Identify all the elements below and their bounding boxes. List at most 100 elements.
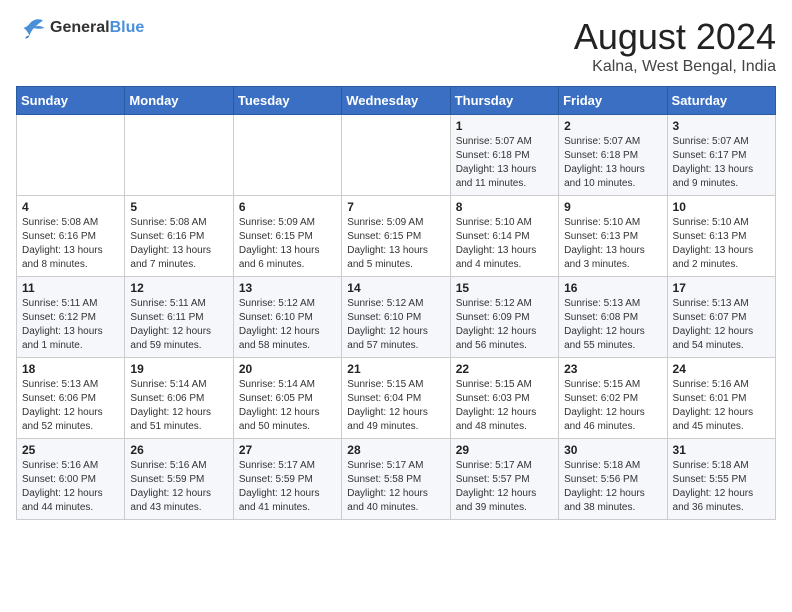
calendar-cell: 27 Sunrise: 5:17 AM Sunset: 5:59 PM Dayli… xyxy=(233,439,341,520)
day-number: 19 xyxy=(130,362,227,376)
calendar-cell: 28 Sunrise: 5:17 AM Sunset: 5:58 PM Dayli… xyxy=(342,439,450,520)
day-info: Sunrise: 5:17 AM Sunset: 5:58 PM Dayligh… xyxy=(347,459,444,515)
day-info: Sunrise: 5:09 AM Sunset: 6:15 PM Dayligh… xyxy=(347,216,444,272)
day-info: Sunrise: 5:08 AM Sunset: 6:16 PM Dayligh… xyxy=(22,216,119,272)
day-info: Sunrise: 5:15 AM Sunset: 6:02 PM Dayligh… xyxy=(564,378,661,434)
calendar-cell: 17Sunrise: 5:13 AM Sunset: 6:07 PM Dayli… xyxy=(667,277,775,358)
calendar-cell: 15 Sunrise: 5:12 AM Sunset: 6:09 PM Dayli… xyxy=(450,277,558,358)
day-number: 6 xyxy=(239,200,336,214)
day-info: Sunrise: 5:14 AM Sunset: 6:05 PM Dayligh… xyxy=(239,378,336,434)
day-info: Sunrise: 5:16 AM Sunset: 6:01 PM Dayligh… xyxy=(673,378,770,434)
weekday-header-row: SundayMondayTuesdayWednesdayThursdayFrid… xyxy=(17,87,776,115)
calendar-cell: 20 Sunrise: 5:14 AM Sunset: 6:05 PM Dayli… xyxy=(233,358,341,439)
calendar-week-3: 11 Sunrise: 5:11 AM Sunset: 6:12 PM Dayli… xyxy=(17,277,776,358)
day-info: Sunrise: 5:15 AM Sunset: 6:03 PM Dayligh… xyxy=(456,378,553,434)
calendar-cell: 29 Sunrise: 5:17 AM Sunset: 5:57 PM Dayli… xyxy=(450,439,558,520)
day-number: 8 xyxy=(456,200,553,214)
calendar-cell: 30Sunrise: 5:18 AM Sunset: 5:56 PM Dayli… xyxy=(559,439,667,520)
header: GeneralBlue August 2024 Kalna, West Beng… xyxy=(16,16,776,76)
weekday-header-wednesday: Wednesday xyxy=(342,87,450,115)
logo-icon xyxy=(16,16,46,40)
day-info: Sunrise: 5:09 AM Sunset: 6:15 PM Dayligh… xyxy=(239,216,336,272)
calendar-cell: 6 Sunrise: 5:09 AM Sunset: 6:15 PM Daylig… xyxy=(233,196,341,277)
calendar-week-5: 25 Sunrise: 5:16 AM Sunset: 6:00 PM Dayli… xyxy=(17,439,776,520)
day-info: Sunrise: 5:14 AM Sunset: 6:06 PM Dayligh… xyxy=(130,378,227,434)
day-info: Sunrise: 5:13 AM Sunset: 6:07 PM Dayligh… xyxy=(673,297,770,353)
day-info: Sunrise: 5:12 AM Sunset: 6:09 PM Dayligh… xyxy=(456,297,553,353)
calendar-cell xyxy=(17,115,125,196)
calendar-cell: 14Sunrise: 5:12 AM Sunset: 6:10 PM Dayli… xyxy=(342,277,450,358)
day-info: Sunrise: 5:18 AM Sunset: 5:55 PM Dayligh… xyxy=(673,459,770,515)
day-number: 11 xyxy=(22,281,119,295)
day-info: Sunrise: 5:10 AM Sunset: 6:13 PM Dayligh… xyxy=(673,216,770,272)
calendar-cell: 31 Sunrise: 5:18 AM Sunset: 5:55 PM Dayli… xyxy=(667,439,775,520)
day-number: 18 xyxy=(22,362,119,376)
calendar-cell: 23 Sunrise: 5:15 AM Sunset: 6:02 PM Dayli… xyxy=(559,358,667,439)
weekday-header-friday: Friday xyxy=(559,87,667,115)
day-number: 25 xyxy=(22,443,119,457)
day-info: Sunrise: 5:07 AM Sunset: 6:17 PM Dayligh… xyxy=(673,135,770,191)
calendar-cell: 9 Sunrise: 5:10 AM Sunset: 6:13 PM Daylig… xyxy=(559,196,667,277)
day-info: Sunrise: 5:11 AM Sunset: 6:12 PM Dayligh… xyxy=(22,297,119,353)
day-info: Sunrise: 5:13 AM Sunset: 6:06 PM Dayligh… xyxy=(22,378,119,434)
calendar-week-1: 1Sunrise: 5:07 AM Sunset: 6:18 PM Daylig… xyxy=(17,115,776,196)
day-number: 4 xyxy=(22,200,119,214)
day-info: Sunrise: 5:11 AM Sunset: 6:11 PM Dayligh… xyxy=(130,297,227,353)
day-number: 3 xyxy=(673,119,770,133)
day-number: 7 xyxy=(347,200,444,214)
day-number: 27 xyxy=(239,443,336,457)
day-number: 22 xyxy=(456,362,553,376)
calendar-cell: 13Sunrise: 5:12 AM Sunset: 6:10 PM Dayli… xyxy=(233,277,341,358)
calendar-cell: 22 Sunrise: 5:15 AM Sunset: 6:03 PM Dayli… xyxy=(450,358,558,439)
page-subtitle: Kalna, West Bengal, India xyxy=(574,58,776,76)
calendar-body: 1Sunrise: 5:07 AM Sunset: 6:18 PM Daylig… xyxy=(17,115,776,520)
calendar-cell: 1Sunrise: 5:07 AM Sunset: 6:18 PM Daylig… xyxy=(450,115,558,196)
calendar-cell: 26 Sunrise: 5:16 AM Sunset: 5:59 PM Dayli… xyxy=(125,439,233,520)
calendar-cell xyxy=(125,115,233,196)
day-info: Sunrise: 5:13 AM Sunset: 6:08 PM Dayligh… xyxy=(564,297,661,353)
day-info: Sunrise: 5:16 AM Sunset: 5:59 PM Dayligh… xyxy=(130,459,227,515)
calendar-week-4: 18 Sunrise: 5:13 AM Sunset: 6:06 PM Dayli… xyxy=(17,358,776,439)
day-number: 23 xyxy=(564,362,661,376)
day-number: 20 xyxy=(239,362,336,376)
weekday-header-tuesday: Tuesday xyxy=(233,87,341,115)
logo: GeneralBlue xyxy=(16,16,144,40)
calendar-cell: 12Sunrise: 5:11 AM Sunset: 6:11 PM Dayli… xyxy=(125,277,233,358)
calendar-cell: 2 Sunrise: 5:07 AM Sunset: 6:18 PM Daylig… xyxy=(559,115,667,196)
calendar-cell: 8Sunrise: 5:10 AM Sunset: 6:14 PM Daylig… xyxy=(450,196,558,277)
page-title: August 2024 xyxy=(574,16,776,58)
day-info: Sunrise: 5:08 AM Sunset: 6:16 PM Dayligh… xyxy=(130,216,227,272)
day-number: 30 xyxy=(564,443,661,457)
day-info: Sunrise: 5:12 AM Sunset: 6:10 PM Dayligh… xyxy=(239,297,336,353)
day-info: Sunrise: 5:07 AM Sunset: 6:18 PM Dayligh… xyxy=(564,135,661,191)
calendar-cell: 19 Sunrise: 5:14 AM Sunset: 6:06 PM Dayli… xyxy=(125,358,233,439)
day-number: 15 xyxy=(456,281,553,295)
day-info: Sunrise: 5:16 AM Sunset: 6:00 PM Dayligh… xyxy=(22,459,119,515)
calendar-cell: 25 Sunrise: 5:16 AM Sunset: 6:00 PM Dayli… xyxy=(17,439,125,520)
day-number: 31 xyxy=(673,443,770,457)
day-info: Sunrise: 5:17 AM Sunset: 5:59 PM Dayligh… xyxy=(239,459,336,515)
logo-text: GeneralBlue xyxy=(50,19,144,37)
calendar-cell: 21 Sunrise: 5:15 AM Sunset: 6:04 PM Dayli… xyxy=(342,358,450,439)
calendar-cell: 18 Sunrise: 5:13 AM Sunset: 6:06 PM Dayli… xyxy=(17,358,125,439)
calendar-cell: 7 Sunrise: 5:09 AM Sunset: 6:15 PM Daylig… xyxy=(342,196,450,277)
day-info: Sunrise: 5:17 AM Sunset: 5:57 PM Dayligh… xyxy=(456,459,553,515)
calendar-cell xyxy=(342,115,450,196)
day-number: 5 xyxy=(130,200,227,214)
day-number: 29 xyxy=(456,443,553,457)
day-info: Sunrise: 5:10 AM Sunset: 6:13 PM Dayligh… xyxy=(564,216,661,272)
day-number: 2 xyxy=(564,119,661,133)
weekday-header-monday: Monday xyxy=(125,87,233,115)
weekday-header-thursday: Thursday xyxy=(450,87,558,115)
calendar-cell: 4 Sunrise: 5:08 AM Sunset: 6:16 PM Daylig… xyxy=(17,196,125,277)
day-number: 24 xyxy=(673,362,770,376)
title-area: August 2024 Kalna, West Bengal, India xyxy=(574,16,776,76)
day-number: 21 xyxy=(347,362,444,376)
day-info: Sunrise: 5:12 AM Sunset: 6:10 PM Dayligh… xyxy=(347,297,444,353)
day-number: 28 xyxy=(347,443,444,457)
day-number: 26 xyxy=(130,443,227,457)
day-info: Sunrise: 5:15 AM Sunset: 6:04 PM Dayligh… xyxy=(347,378,444,434)
weekday-header-saturday: Saturday xyxy=(667,87,775,115)
calendar-table: SundayMondayTuesdayWednesdayThursdayFrid… xyxy=(16,86,776,520)
day-number: 9 xyxy=(564,200,661,214)
